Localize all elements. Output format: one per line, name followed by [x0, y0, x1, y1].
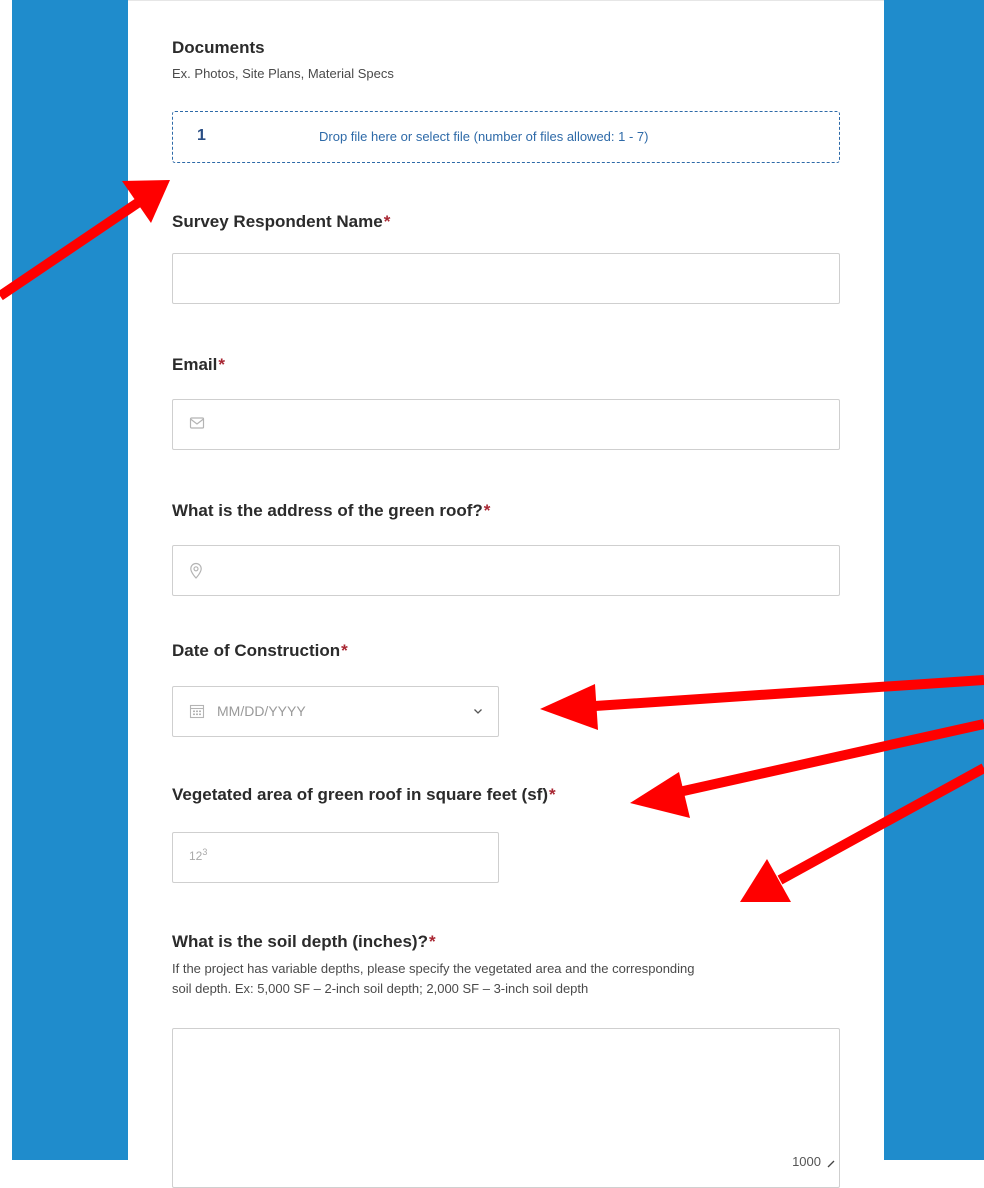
email-input[interactable] [172, 399, 840, 450]
resize-handle-icon[interactable] [827, 1160, 835, 1168]
background-right [884, 0, 984, 1160]
documents-label: Documents [172, 38, 265, 57]
soil-depth-textarea[interactable]: 1000 [172, 1028, 840, 1188]
file-count: 1 [197, 127, 206, 144]
required-marker: * [218, 355, 225, 374]
file-dropzone[interactable]: 1 Drop file here or select file (number … [172, 111, 840, 163]
envelope-icon [189, 417, 205, 429]
construction-date-label: Date of Construction* [172, 641, 348, 660]
required-marker: * [483, 501, 491, 520]
character-counter: 1000 [792, 1154, 821, 1169]
survey-form: Documents Ex. Photos, Site Plans, Materi… [128, 0, 884, 1188]
soil-depth-label: What is the soil depth (inches)?* [172, 932, 436, 951]
location-pin-icon [190, 562, 202, 579]
chevron-down-icon[interactable] [472, 705, 484, 717]
required-marker: * [428, 932, 436, 951]
required-marker: * [341, 641, 348, 660]
vegetated-area-input[interactable]: 123 [172, 832, 499, 883]
construction-date-picker[interactable]: MM/DD/YYYY [172, 686, 499, 737]
background-left [12, 0, 128, 1160]
required-marker: * [548, 785, 556, 804]
date-placeholder: MM/DD/YYYY [217, 703, 306, 719]
soil-depth-description: If the project has variable depths, plea… [172, 961, 695, 996]
respondent-name-input[interactable] [172, 253, 840, 304]
vegetated-area-label: Vegetated area of green roof in square f… [172, 785, 556, 804]
address-label: What is the address of the green roof?* [172, 501, 491, 520]
respondent-name-label: Survey Respondent Name* [172, 212, 391, 231]
calendar-icon [189, 704, 205, 719]
dropzone-text[interactable]: Drop file here or select file (number of… [319, 129, 648, 144]
address-input[interactable] [172, 545, 840, 596]
email-label: Email* [172, 355, 225, 374]
number-icon: 123 [189, 847, 208, 863]
required-marker: * [383, 212, 391, 231]
documents-description: Ex. Photos, Site Plans, Material Specs [172, 66, 394, 81]
page-edge [0, 0, 12, 1160]
